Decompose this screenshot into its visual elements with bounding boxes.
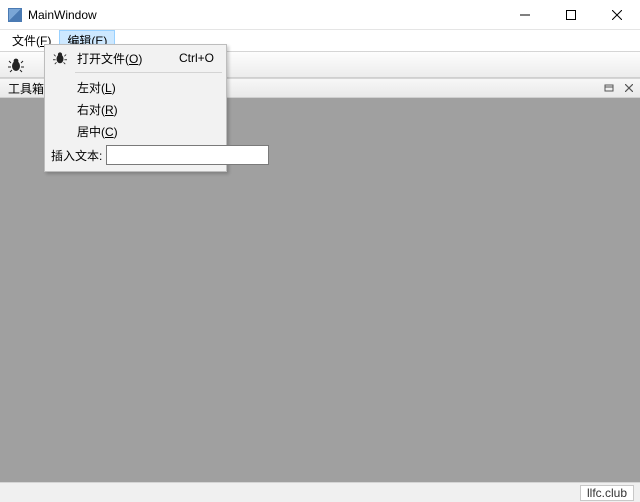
align-left-label: 左对(L) (73, 79, 224, 96)
menu-item-align-right[interactable]: 右对(R) (47, 98, 224, 120)
edit-menu-dropdown: 打开文件(O) Ctrl+O 左对(L) 右对(R) 居中(C) 插入文本: (44, 44, 227, 172)
menu-item-align-center[interactable]: 居中(C) (47, 120, 224, 142)
dock-float-button[interactable] (602, 81, 616, 95)
status-text: llfc.club (580, 485, 634, 501)
align-center-label: 居中(C) (73, 123, 224, 140)
insert-text-input[interactable] (106, 145, 269, 165)
menu-insert-text-row: 插入文本: (47, 142, 224, 169)
bug-icon (53, 51, 67, 65)
toolbar-open-button[interactable] (6, 55, 26, 75)
align-right-label: 右对(R) (73, 101, 224, 118)
open-file-shortcut: Ctrl+O (179, 51, 224, 65)
dock-title: 工具箱 (8, 80, 44, 97)
insert-text-label: 插入文本: (51, 147, 102, 164)
titlebar-left: MainWindow (8, 8, 97, 22)
menu-item-align-left[interactable]: 左对(L) (47, 76, 224, 98)
titlebar: MainWindow (0, 0, 640, 30)
menu-item-open-file[interactable]: 打开文件(O) Ctrl+O (47, 47, 224, 69)
open-file-label: 打开文件(O) (73, 50, 179, 67)
window-controls (502, 0, 640, 29)
menu-separator (75, 72, 222, 73)
dock-buttons (602, 81, 636, 95)
maximize-button[interactable] (548, 0, 594, 30)
close-button[interactable] (594, 0, 640, 30)
statusbar: llfc.club (0, 482, 640, 502)
bug-icon (8, 57, 24, 73)
minimize-button[interactable] (502, 0, 548, 30)
dock-close-button[interactable] (622, 81, 636, 95)
app-icon (8, 8, 22, 22)
window-title: MainWindow (28, 8, 97, 22)
